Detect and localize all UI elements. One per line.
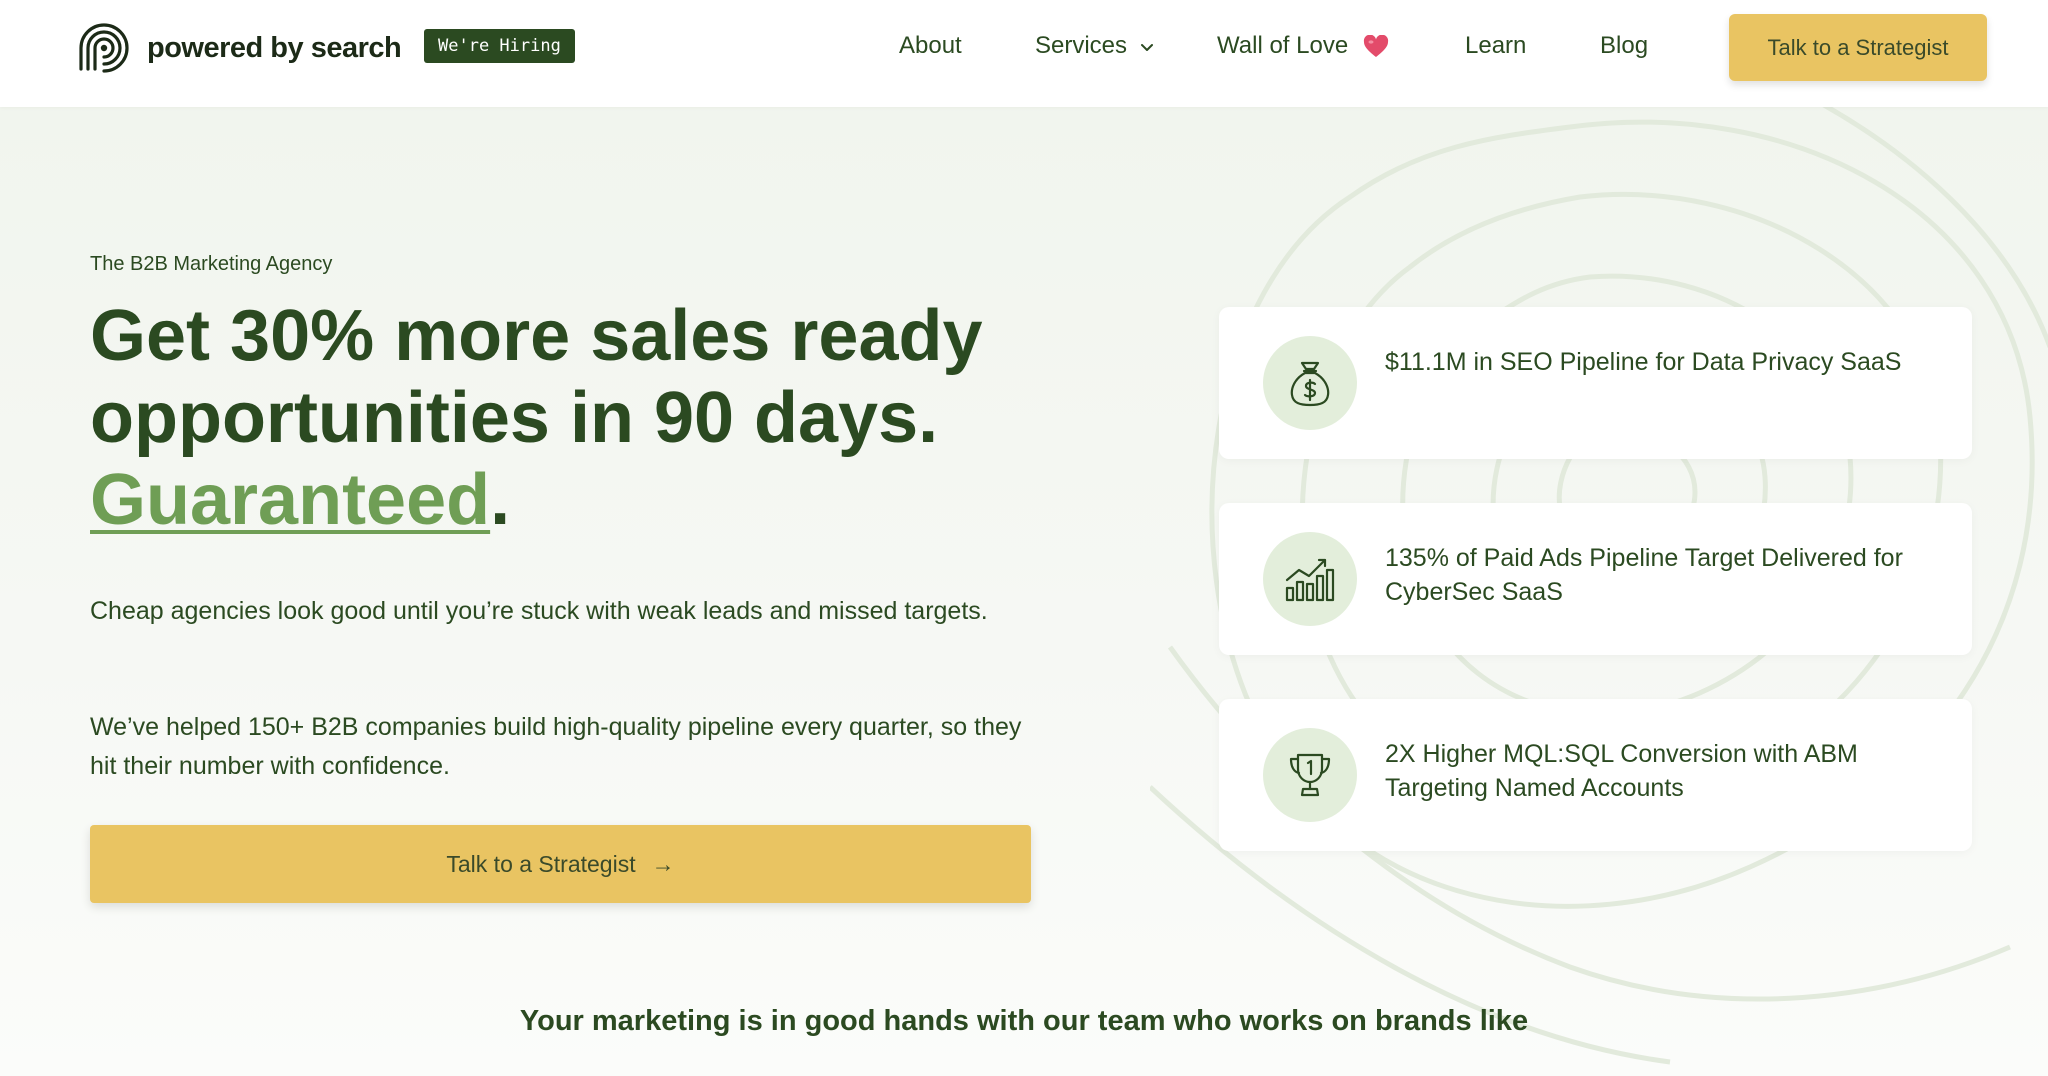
headline-line-3: Guaranteed. bbox=[90, 459, 1090, 541]
headline-accent: Guaranteed bbox=[90, 460, 491, 540]
nav-wall-of-love-label: Wall of Love bbox=[1217, 32, 1349, 59]
nav-services-label: Services bbox=[1035, 32, 1128, 59]
stat-card: 135% of Paid Ads Pipeline Target Deliver… bbox=[1219, 503, 1972, 655]
brands-heading: Your marketing is in good hands with our… bbox=[519, 1005, 1529, 1037]
heart-icon bbox=[1363, 34, 1388, 57]
header-cta-button[interactable]: Talk to a Strategist bbox=[1729, 14, 1987, 81]
hero-headline: Get 30% more sales ready opportunities i… bbox=[90, 295, 1090, 541]
trophy-icon bbox=[1263, 728, 1357, 822]
money-bag-icon bbox=[1263, 336, 1357, 430]
headline-line-1: Get 30% more sales ready bbox=[90, 296, 983, 376]
stat-card-text: 2X Higher MQL:SQL Conversion with ABM Ta… bbox=[1385, 740, 1858, 802]
logo-icon bbox=[79, 23, 129, 73]
site-header: powered by search We're Hiring About Ser… bbox=[0, 0, 2048, 107]
hero-cta-label: Talk to a Strategist bbox=[446, 850, 636, 877]
hero-eyebrow: The B2B Marketing Agency bbox=[90, 253, 333, 275]
chevron-down-icon bbox=[1140, 43, 1153, 51]
hero-paragraph-1: Cheap agencies look good until you’re st… bbox=[90, 597, 988, 625]
hero-paragraph-2: We’ve helped 150+ B2B companies build hi… bbox=[90, 713, 1022, 780]
growth-chart-icon bbox=[1263, 532, 1357, 626]
stat-card-text: $11.1M in SEO Pipeline for Data Privacy … bbox=[1385, 348, 1902, 376]
nav-learn[interactable]: Learn bbox=[1465, 30, 1526, 62]
nav-about[interactable]: About bbox=[899, 30, 962, 62]
nav-wall-of-love[interactable]: Wall of Love bbox=[1217, 30, 1389, 62]
hiring-badge[interactable]: We're Hiring bbox=[424, 29, 575, 63]
logo-wordmark: powered by search bbox=[147, 31, 402, 64]
headline-line-2: opportunities in 90 days. bbox=[90, 378, 939, 458]
nav-services[interactable]: Services bbox=[1035, 30, 1154, 62]
hero-cta-button[interactable]: Talk to a Strategist → bbox=[90, 825, 1031, 903]
stat-card-text: 135% of Paid Ads Pipeline Target Deliver… bbox=[1385, 544, 1903, 606]
nav-blog[interactable]: Blog bbox=[1600, 30, 1648, 62]
arrow-right-icon: → bbox=[651, 850, 675, 877]
logo-link[interactable]: powered by search bbox=[75, 19, 402, 77]
stat-card: 2X Higher MQL:SQL Conversion with ABM Ta… bbox=[1219, 699, 1972, 851]
stat-card: $11.1M in SEO Pipeline for Data Privacy … bbox=[1219, 307, 1972, 459]
hero-section: The B2B Marketing Agency Get 30% more sa… bbox=[0, 107, 2048, 1076]
headline-period: . bbox=[490, 460, 511, 540]
